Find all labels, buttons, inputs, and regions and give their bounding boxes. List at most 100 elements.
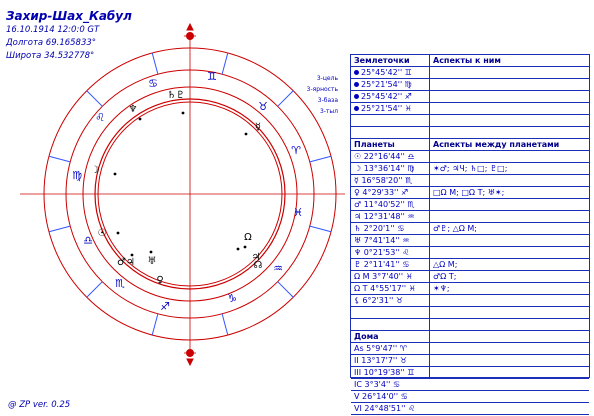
table-text: ☽ 13°36'14'' ♍: [354, 164, 415, 173]
table-text: ☿ 16°58'20'' ♏: [354, 176, 413, 185]
table-cell-left: Ω T 4°55'17'' ♓: [354, 283, 428, 295]
table-cell-left: ♄ 2°20'1'' ♋: [354, 223, 428, 235]
table-cell-left: VI 24°48'51'' ♌: [354, 403, 428, 415]
planet-row: ☿ 16°58'20'' ♏: [351, 175, 589, 187]
table-cell-left: ⚸ 6°2'31'' ♉: [354, 295, 428, 307]
house-row: III 10°19'38'' ♊: [351, 367, 589, 379]
table-cell-left: V 26°14'0'' ♋: [354, 391, 428, 403]
zodiac-sign-glyph: ♓: [293, 206, 303, 219]
aspect-table: Землеточки Аспекты к ним 25°45'42'' ♊ 25°21…: [350, 54, 590, 415]
planet-row: ♃ 12°31'48'' ♒: [351, 211, 589, 223]
table-text: ♄ 2°20'1'' ♋: [354, 224, 405, 233]
planet-glyph: ♄♇: [167, 90, 185, 101]
table-cell-right: [433, 67, 589, 79]
table-cell-right: [433, 295, 589, 307]
zodiac-sign-glyph: ♋: [148, 77, 158, 90]
table-text: 25°21'54'' ♓: [361, 104, 412, 113]
natal-wheel: ♊♉♈♓♒♑♐♏♎♍♌♋ 3-цель3-ярность3-база3-тыл …: [20, 22, 345, 367]
planet-glyph: ☿: [255, 122, 261, 133]
table-cell-left: III 10°19'38'' ♊: [354, 367, 428, 379]
table-text: Ω M 3°7'40'' ♓: [354, 272, 413, 281]
table-text: VI 24°48'51'' ♌: [354, 404, 416, 413]
planet-glyph: Ω: [244, 232, 252, 243]
table-text: ♂ 11°40'52'' ♏: [354, 200, 415, 209]
table-cell-left: [354, 115, 428, 127]
point-label: 3-цель: [317, 75, 339, 82]
table-cell-left: As 5°9'47'' ♈: [354, 343, 428, 355]
planet-position-dot: [138, 117, 142, 121]
sign-boundary-tick: [221, 52, 229, 75]
table-cell-right: ✶♂; ♃Ч; ♄□; ♇□;: [433, 164, 508, 173]
table-cell-right: [433, 91, 589, 103]
blank-row: [351, 307, 589, 319]
planet-glyph: ♂♃: [117, 257, 135, 268]
table-cell-left: 25°45'42'' ♐: [354, 91, 428, 103]
zodiac-sign-glyph: ♌: [95, 111, 105, 124]
sign-boundary-tick: [151, 313, 159, 336]
sign-boundary-tick: [48, 155, 71, 163]
zodiac-sign-glyph: ♑: [227, 292, 237, 305]
point-row: 25°45'42'' ♊: [351, 67, 589, 79]
planet-row: ♂ 11°40'52'' ♏: [351, 199, 589, 211]
table-text: III 10°19'38'' ♊: [354, 368, 415, 377]
planet-glyph: ☊: [254, 260, 263, 271]
sign-boundary-tick: [86, 90, 103, 107]
sign-boundary-tick: [48, 225, 71, 233]
table-cell-right: [433, 343, 589, 355]
planet-position-dot: [130, 253, 134, 257]
planet-position-dot: [236, 247, 240, 251]
version-footer: @ ZP ver. 0.25: [8, 400, 71, 410]
table-text: ☉ 22°16'44'' ♎: [354, 152, 415, 161]
table-cell-right: [433, 307, 589, 319]
table-text: IC 3°3'4'' ♋: [354, 380, 401, 389]
table-cell-right: [433, 199, 589, 211]
planet-row: ♄ 2°20'1'' ♋ ♂♇; △Ω M;: [351, 223, 589, 235]
table-text: 25°21'54'' ♍: [361, 80, 412, 89]
table-cell-right: [433, 127, 589, 139]
sign-boundary-tick: [151, 52, 159, 75]
table-cell-left: 25°21'54'' ♍: [354, 79, 428, 91]
table-cell-left: Планеты: [354, 139, 428, 151]
house-row: II 13°17'7'' ♉: [351, 355, 589, 367]
table-cell-right: [433, 235, 589, 247]
table-cell-right: △Ω M;: [433, 260, 458, 269]
table-text: V 26°14'0'' ♋: [354, 392, 408, 401]
table-cell-left: ☉ 22°16'44'' ♎: [354, 151, 428, 163]
table-text: As 5°9'47'' ♈: [354, 344, 407, 353]
table-cell-left: 25°21'54'' ♓: [354, 103, 428, 115]
table-cell-right: [433, 379, 589, 391]
point-marker-icon: [354, 82, 359, 87]
point-label: 3-ярность: [307, 86, 339, 93]
zodiac-sign-glyph: ♊: [207, 70, 217, 83]
table-cell-right: [433, 247, 589, 259]
table-text: II 13°17'7'' ♉: [354, 356, 408, 365]
table-text: ♇ 2°11'41'' ♋: [354, 260, 410, 269]
zodiac-sign-glyph: ♍: [72, 169, 82, 182]
planet-glyph: ♆: [129, 104, 138, 115]
house-row: VI 24°48'51'' ♌: [351, 403, 589, 415]
axis-bottom-arrow: [186, 358, 194, 367]
sign-boundary-tick: [277, 281, 294, 298]
planet-glyph: ♅: [148, 256, 157, 267]
table-cell-left: 25°45'42'' ♊: [354, 67, 428, 79]
table-text: Планеты: [354, 140, 395, 149]
zodiac-sign-glyph: ♏: [115, 277, 125, 290]
table-cell-right: [433, 319, 589, 331]
table-text: ♀ 4°29'33'' ♐: [354, 188, 409, 197]
table-cell-left: II 13°17'7'' ♉: [354, 355, 428, 367]
planet-glyph: ☉: [98, 228, 107, 239]
table-cell-right: [433, 403, 589, 415]
table-cell-right: [433, 355, 589, 367]
planet-position-dot: [116, 231, 120, 235]
house-row: IC 3°3'4'' ♋: [351, 379, 589, 391]
table-cell-right: [433, 331, 589, 343]
table-cell-left: Ω M 3°7'40'' ♓: [354, 271, 428, 283]
planet-glyph: ♀: [156, 275, 163, 286]
table-cell-left: [354, 127, 428, 139]
planet-position-dot: [149, 250, 153, 254]
zodiac-sign-glyph: ♎: [83, 234, 93, 247]
planet-row: ♇ 2°11'41'' ♋ △Ω M;: [351, 259, 589, 271]
planet-row: ⚸ 6°2'31'' ♉: [351, 295, 589, 307]
planet-position-dot: [243, 245, 247, 249]
planet-row: ♀ 4°29'33'' ♐ □Ω M; □Ω T; ♅✶;: [351, 187, 589, 199]
